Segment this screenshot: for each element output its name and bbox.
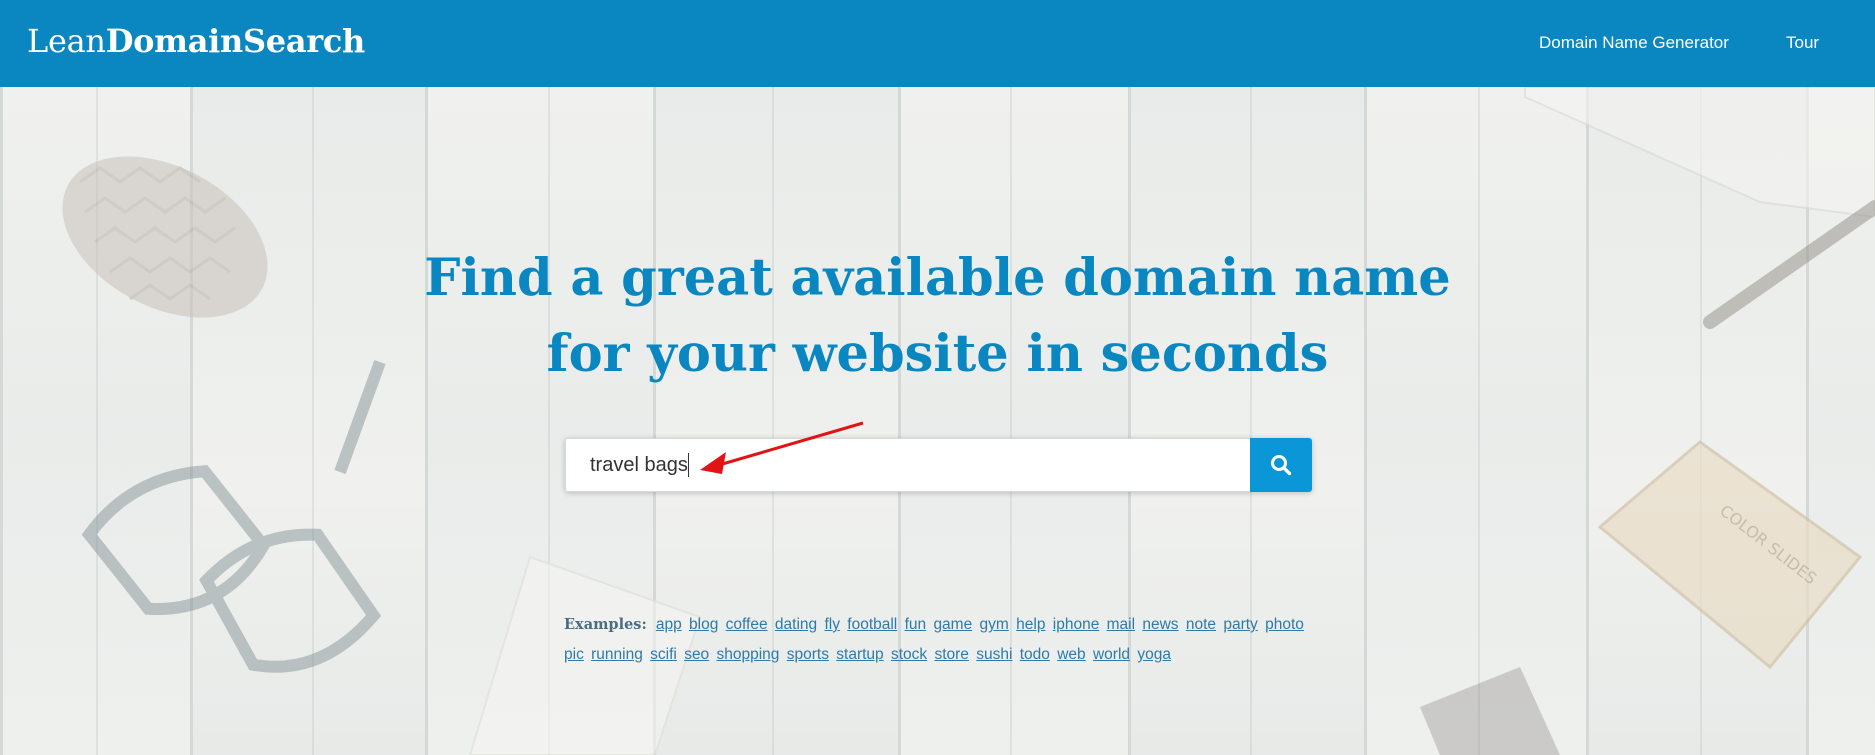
wood-grain bbox=[548, 87, 550, 755]
logo-text-light: Lean bbox=[27, 22, 106, 60]
top-navigation-bar: LeanDomainSearch Domain Name Generator T… bbox=[0, 0, 1875, 87]
example-link-dating[interactable]: dating bbox=[775, 616, 817, 633]
logo-text-bold: DomainSearch bbox=[105, 22, 366, 60]
example-links: app blog coffee dating fly football fun … bbox=[564, 616, 1307, 663]
example-link-pic[interactable]: pic bbox=[564, 646, 584, 663]
example-link-game[interactable]: game bbox=[933, 616, 972, 633]
example-link-sushi[interactable]: sushi bbox=[976, 646, 1012, 663]
wood-grain bbox=[1700, 87, 1702, 755]
wood-grain bbox=[312, 87, 314, 755]
search-button[interactable] bbox=[1250, 438, 1312, 492]
wood-plank bbox=[1586, 87, 1806, 755]
example-link-football[interactable]: football bbox=[847, 616, 897, 633]
example-link-coffee[interactable]: coffee bbox=[726, 616, 768, 633]
domain-search-input[interactable] bbox=[565, 438, 1251, 492]
example-link-app[interactable]: app bbox=[656, 616, 682, 633]
example-link-todo[interactable]: todo bbox=[1020, 646, 1050, 663]
example-link-party[interactable]: party bbox=[1223, 616, 1257, 633]
example-link-fly[interactable]: fly bbox=[824, 616, 840, 633]
example-link-shopping[interactable]: shopping bbox=[717, 646, 780, 663]
text-cursor bbox=[687, 453, 689, 477]
wood-plank bbox=[190, 87, 425, 755]
example-link-running[interactable]: running bbox=[591, 646, 643, 663]
wood-grain bbox=[1478, 87, 1480, 755]
example-link-gym[interactable]: gym bbox=[980, 616, 1009, 633]
example-link-iphone[interactable]: iphone bbox=[1053, 616, 1100, 633]
example-link-mail[interactable]: mail bbox=[1107, 616, 1135, 633]
nav-link-domain-name-generator[interactable]: Domain Name Generator bbox=[1539, 33, 1729, 53]
example-link-help[interactable]: help bbox=[1016, 616, 1045, 633]
wood-grain bbox=[96, 87, 98, 755]
example-link-photo[interactable]: photo bbox=[1265, 616, 1304, 633]
example-link-blog[interactable]: blog bbox=[689, 616, 718, 633]
example-link-store[interactable]: store bbox=[934, 646, 968, 663]
headline-line-1: Find a great available domain name bbox=[424, 248, 1451, 308]
example-link-note[interactable]: note bbox=[1186, 616, 1216, 633]
wood-plank bbox=[0, 87, 190, 755]
example-link-seo[interactable]: seo bbox=[684, 646, 709, 663]
wood-plank bbox=[1364, 87, 1586, 755]
example-link-scifi[interactable]: scifi bbox=[650, 646, 677, 663]
example-link-stock[interactable]: stock bbox=[891, 646, 927, 663]
example-link-news[interactable]: news bbox=[1142, 616, 1178, 633]
example-link-sports[interactable]: sports bbox=[787, 646, 829, 663]
example-link-fun[interactable]: fun bbox=[905, 616, 927, 633]
page-headline: Find a great available domain name for y… bbox=[0, 240, 1875, 392]
examples-label: Examples: bbox=[564, 616, 647, 633]
headline-line-2: for your website in seconds bbox=[546, 324, 1329, 384]
example-link-yoga[interactable]: yoga bbox=[1137, 646, 1171, 663]
example-link-startup[interactable]: startup bbox=[836, 646, 883, 663]
example-link-world[interactable]: world bbox=[1093, 646, 1130, 663]
site-logo[interactable]: LeanDomainSearch bbox=[27, 22, 365, 60]
domain-search-form bbox=[565, 438, 1312, 492]
search-icon bbox=[1271, 455, 1292, 476]
wood-plank bbox=[1806, 87, 1875, 755]
examples-list: Examples: app blog coffee dating fly foot… bbox=[564, 610, 1324, 670]
example-link-web[interactable]: web bbox=[1057, 646, 1085, 663]
nav-link-tour[interactable]: Tour bbox=[1786, 33, 1819, 53]
